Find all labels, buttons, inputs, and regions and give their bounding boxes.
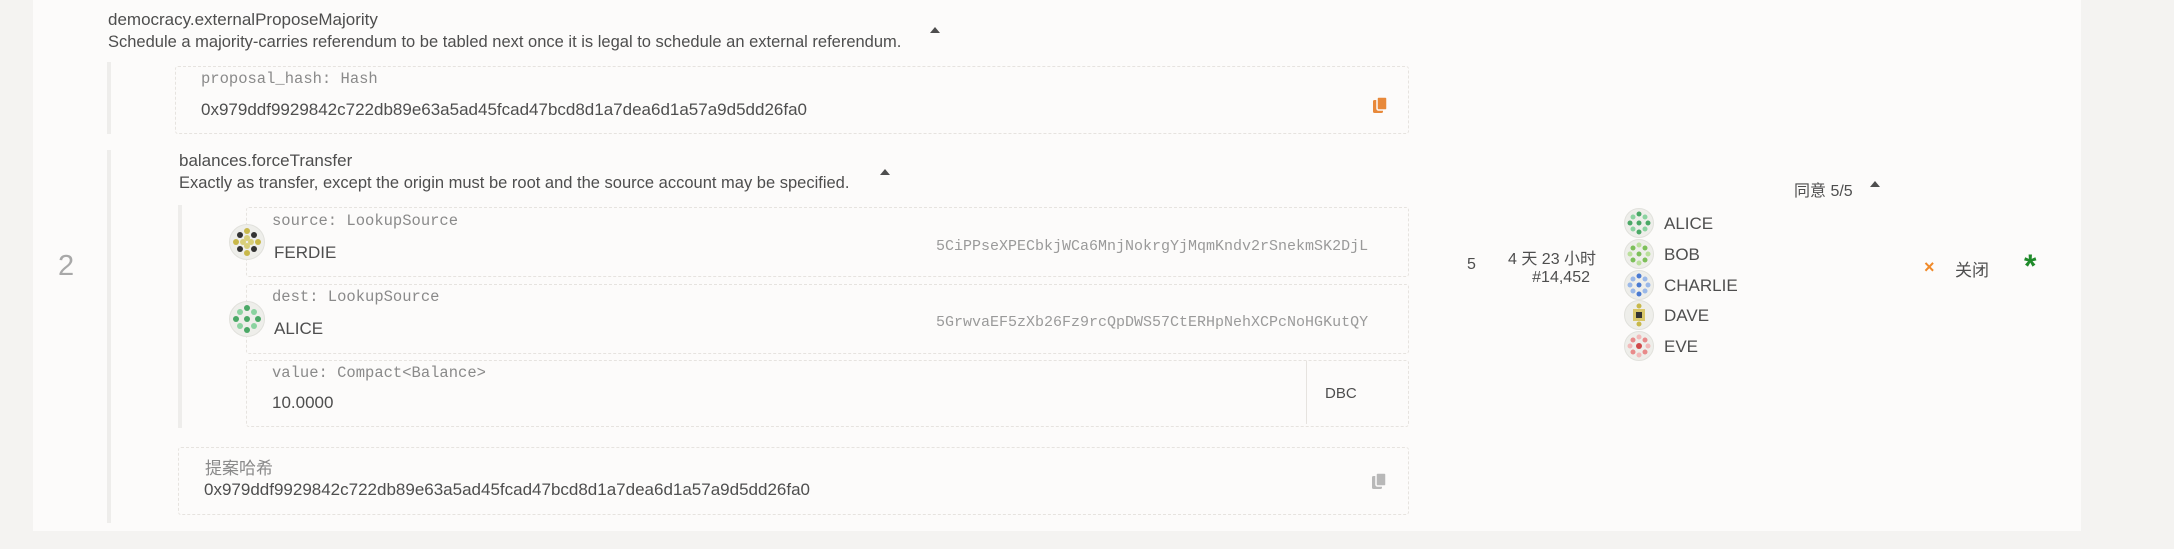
proposal-hash-label: 提案哈希 [205,459,273,478]
account-name: FERDIE [274,243,337,262]
votes-toggle-caret-icon[interactable] [1870,181,1880,187]
nesting-bar [107,62,111,134]
unit-divider [1306,361,1307,424]
block-number: #14,452 [1532,269,1590,286]
voter-name: ALICE [1664,214,1714,233]
nesting-bar [178,205,182,428]
param-label: value: Compact<Balance> [272,364,486,382]
voter-name: DAVE [1664,306,1710,325]
param-label: proposal_hash: Hash [201,70,378,88]
proposal-hash-value: 0x979ddf9929842c722db89e63a5ad45fcad47bc… [204,480,810,499]
close-button[interactable]: × 关闭 [1924,256,2024,280]
call-title: democracy.externalProposeMajority [108,10,378,29]
balance-unit: DBC [1325,385,1357,402]
voter-name: EVE [1664,337,1699,356]
eve-identicon-icon [1624,331,1654,361]
call-title: balances.forceTransfer [179,151,353,170]
votes-summary[interactable]: 同意 5/5 [1794,177,1853,201]
account-name: ALICE [274,319,324,338]
close-label: 关闭 [1955,261,1989,280]
copy-icon[interactable] [1371,472,1387,490]
dave-identicon-icon [1624,300,1654,330]
charlie-identicon-icon [1624,270,1654,300]
account-address: 5CiPPseXPECbkjWCa6MnjNokrgYjMqmKndv2rSne… [936,238,1369,255]
param-value: 0x979ddf9929842c722db89e63a5ad45fcad47bc… [201,100,807,119]
x-icon: × [1924,257,1935,277]
row-index: 2 [58,250,75,282]
account-address: 5GrwvaEF5zXb26Fz9rcQpDWS57CtERHpNehXCPcN… [936,314,1369,331]
time-remaining: 4 天 23 小时 [1508,251,1597,268]
alice-identicon-icon [1624,208,1654,238]
collapse-caret-icon[interactable] [880,169,890,175]
alice-identicon-icon [229,301,265,337]
ferdie-identicon-icon [229,224,265,260]
threshold: 5 [1467,256,1476,273]
voter-name: CHARLIE [1664,276,1738,295]
balance-value: 10.0000 [272,393,334,412]
collapse-caret-icon[interactable] [930,27,940,33]
copy-icon[interactable] [1372,96,1388,114]
bob-identicon-icon [1624,239,1654,269]
nesting-bar [107,150,111,523]
param-label: source: LookupSource [272,212,459,230]
param-label: dest: LookupSource [272,288,440,306]
call-description: Exactly as transfer, except the origin m… [179,174,850,192]
voter-name: BOB [1664,245,1700,264]
asterisk-icon: * [2024,248,2037,284]
call-description: Schedule a majority-carries referendum t… [108,33,902,51]
